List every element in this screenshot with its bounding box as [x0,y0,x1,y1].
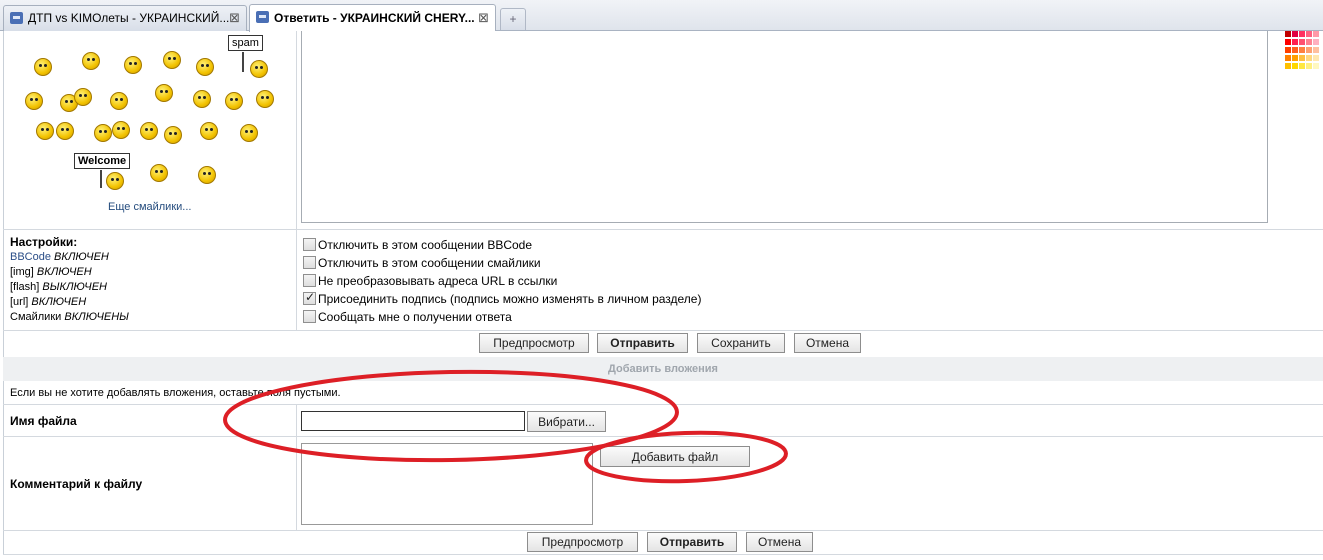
annotation-overlay [223,369,788,484]
annotation-ellipse [584,430,788,484]
annotation-ellipse [223,369,679,463]
